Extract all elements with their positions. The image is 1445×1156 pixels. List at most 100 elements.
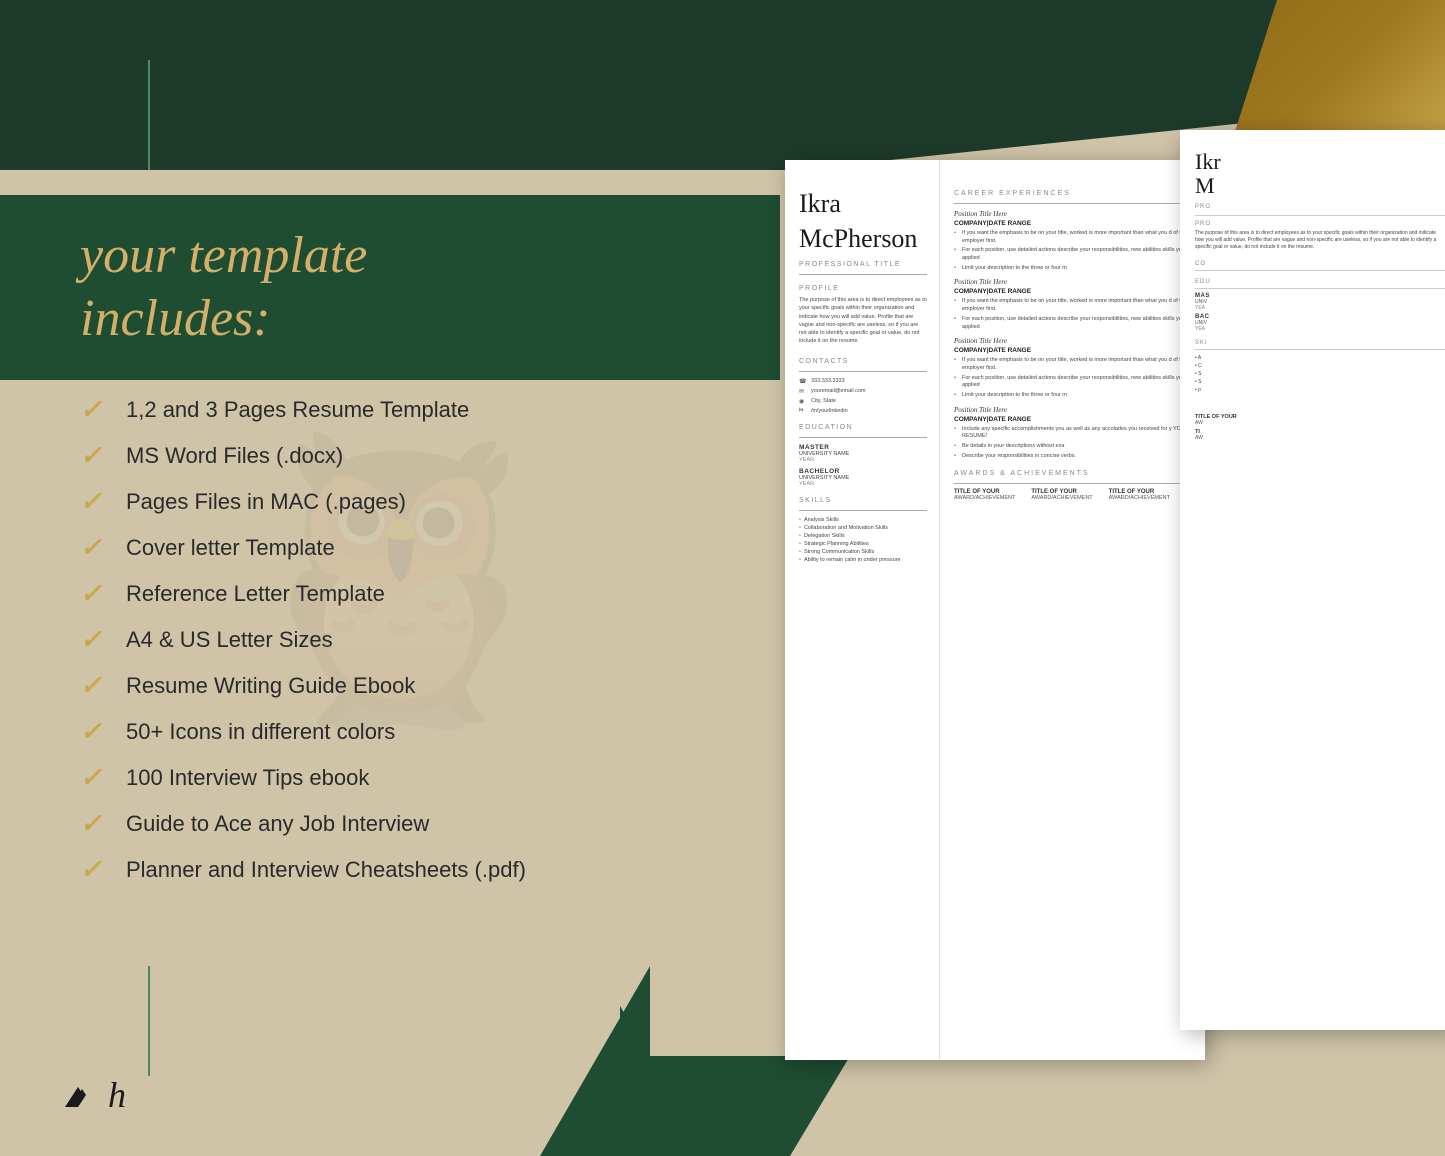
position-title-2: Position Title Here: [954, 278, 1191, 286]
template-includes-banner: your template includes:: [0, 195, 780, 380]
edu-bachelor-year: YEAR: [799, 481, 927, 487]
bullet-3-3: Limit your description to the three or f…: [954, 392, 1191, 400]
position-title-4: Position Title Here: [954, 406, 1191, 414]
career-divider: [954, 203, 1191, 204]
award-2-sub: AWARD/ACHIEVEMENT: [1031, 495, 1092, 501]
skill-5: Strong Communication Skills: [799, 549, 927, 555]
feature-text-6: A4 & US Letter Sizes: [126, 627, 333, 653]
feature-text-5: Reference Letter Template: [126, 581, 385, 607]
resume-skills-title: SKILLS: [799, 497, 927, 504]
vertical-line-left: [148, 60, 150, 170]
checkmark-9: ✓: [80, 763, 110, 793]
bullet-1-1: If you want the emphasis to be on your t…: [954, 230, 1191, 245]
company-range-2: COMPANY|DATE RANGE: [954, 288, 1191, 295]
feature-text-2: MS Word Files (.docx): [126, 443, 343, 469]
awards-section: AWARDS & ACHIEVEMENTS TITLE OF YOUR AWAR…: [954, 470, 1191, 505]
resume2-content: IkrM PRO PRO The purpose of this area is…: [1180, 130, 1445, 464]
awards-grid: TITLE OF YOUR AWARD/ACHIEVEMENT TITLE OF…: [954, 489, 1191, 505]
contact-linkedin: in /in/yourlinkedin: [799, 408, 927, 414]
contact-email-text: youremail@email.com: [811, 388, 866, 394]
feature-text-10: Guide to Ace any Job Interview: [126, 811, 429, 837]
resume2-name: IkrM: [1195, 150, 1445, 198]
resume2-award-sub: AW: [1195, 420, 1445, 426]
feature-text-11: Planner and Interview Cheatsheets (.pdf): [126, 857, 526, 883]
position-title-3: Position Title Here: [954, 337, 1191, 345]
feature-text-9: 100 Interview Tips ebook: [126, 765, 369, 791]
checkmark-6: ✓: [80, 625, 110, 655]
email-icon: ✉: [799, 388, 807, 395]
green-shape-4: [790, 1056, 850, 1156]
location-icon: ◉: [799, 398, 807, 405]
contact-phone-text: 333.333.3333: [811, 378, 845, 384]
feature-text-4: Cover letter Template: [126, 535, 335, 561]
award-3-sub: AWARD/ACHIEVEMENT: [1109, 495, 1170, 501]
vertical-line-bottom: [148, 966, 150, 1076]
skill-4: Strategic Planning Abilities: [799, 541, 927, 547]
company-range-3: COMPANY|DATE RANGE: [954, 347, 1191, 354]
feature-item-2: ✓ MS Word Files (.docx): [80, 441, 800, 471]
resume-contacts-title: CONTACTS: [799, 358, 927, 365]
resume2-divider-2: [1195, 270, 1445, 271]
career-section-title: CAREER EXPERIENCES: [954, 190, 1191, 197]
resume-divider-4: [799, 510, 927, 511]
resume-divider-1: [799, 274, 927, 275]
resume2-award2-sub: AW: [1195, 435, 1445, 441]
banner-line1: your template: [80, 227, 367, 284]
edu-master-label: MASTER: [799, 444, 927, 451]
checkmark-8: ✓: [80, 717, 110, 747]
position-title-1: Position Title Here: [954, 210, 1191, 218]
resume-first-name: Ikra: [799, 190, 927, 219]
bullet-2-2: For each position, use detailed actions …: [954, 316, 1191, 331]
phone-icon: ☎: [799, 378, 807, 385]
resume2-divider-3: [1195, 288, 1445, 289]
feature-item-6: ✓ A4 & US Letter Sizes: [80, 625, 800, 655]
resume2-divider-4: [1195, 349, 1445, 350]
feature-item-11: ✓ Planner and Interview Cheatsheets (.pd…: [80, 855, 800, 885]
skill-6: Ability to remain calm in under pressure: [799, 557, 927, 563]
bullet-3-2: For each position, use detailed actions …: [954, 375, 1191, 390]
resume2-divider-1: [1195, 215, 1445, 216]
brand-logo: h: [60, 1074, 126, 1116]
resume-document-1: Ikra McPherson PROFESSIONAL TITLE PROFIL…: [785, 160, 1205, 1060]
awards-divider: [954, 483, 1191, 484]
resume-divider-3: [799, 437, 927, 438]
feature-item-9: ✓ 100 Interview Tips ebook: [80, 763, 800, 793]
feature-item-7: ✓ Resume Writing Guide Ebook: [80, 671, 800, 701]
award-1: TITLE OF YOUR AWARD/ACHIEVEMENT: [954, 489, 1015, 505]
resume-education-title: EDUCATION: [799, 424, 927, 431]
skill-2: Collaboration and Motivation Skills: [799, 525, 927, 531]
resume-professional-title-label: PROFESSIONAL TITLE: [799, 261, 927, 268]
checkmark-2: ✓: [80, 441, 110, 471]
resume2-skills: SKI • A• C• S• S• p: [1195, 340, 1445, 394]
resume-document-2: IkrM PRO PRO The purpose of this area is…: [1180, 130, 1445, 1030]
contact-location-text: City, State: [811, 398, 836, 404]
award-2: TITLE OF YOUR AWARD/ACHIEVEMENT: [1031, 489, 1092, 505]
resume-left-column: Ikra McPherson PROFESSIONAL TITLE PROFIL…: [785, 160, 940, 1060]
resume-last-name: McPherson: [799, 225, 927, 254]
feature-text-3: Pages Files in MAC (.pages): [126, 489, 406, 515]
checkmark-3: ✓: [80, 487, 110, 517]
checkmark-4: ✓: [80, 533, 110, 563]
features-list: ✓ 1,2 and 3 Pages Resume Template ✓ MS W…: [80, 395, 800, 901]
resume2-education: EDU MAS UNIV YEA BAC UNIV YEA: [1195, 279, 1445, 332]
banner-text: your template includes:: [80, 225, 367, 350]
feature-item-3: ✓ Pages Files in MAC (.pages): [80, 487, 800, 517]
feature-text-1: 1,2 and 3 Pages Resume Template: [126, 397, 469, 423]
bullet-4-2: Be details in your descriptions without …: [954, 443, 1191, 451]
feature-item-4: ✓ Cover letter Template: [80, 533, 800, 563]
green-shape-3: [650, 1056, 790, 1156]
awards-section-title: AWARDS & ACHIEVEMENTS: [954, 470, 1191, 477]
checkmark-5: ✓: [80, 579, 110, 609]
bullet-3-1: If you want the emphasis to be on your t…: [954, 357, 1191, 372]
linkedin-icon: in: [799, 408, 807, 413]
feature-text-8: 50+ Icons in different colors: [126, 719, 395, 745]
resume-divider-2: [799, 371, 927, 372]
award-3: TITLE OF YOUR AWARD/ACHIEVEMENT: [1109, 489, 1170, 505]
resume2-edu-title: EDU: [1195, 279, 1445, 285]
resume2-awards: TITLE OF YOUR AW TI AW: [1195, 414, 1445, 441]
feature-item-8: ✓ 50+ Icons in different colors: [80, 717, 800, 747]
resume2-contacts: CO: [1195, 261, 1445, 271]
logo-wing-icon: [60, 1079, 100, 1111]
resume2-year1: YEA: [1195, 305, 1445, 311]
resume2-skills-list: • A• C• S• S• p: [1195, 354, 1445, 394]
